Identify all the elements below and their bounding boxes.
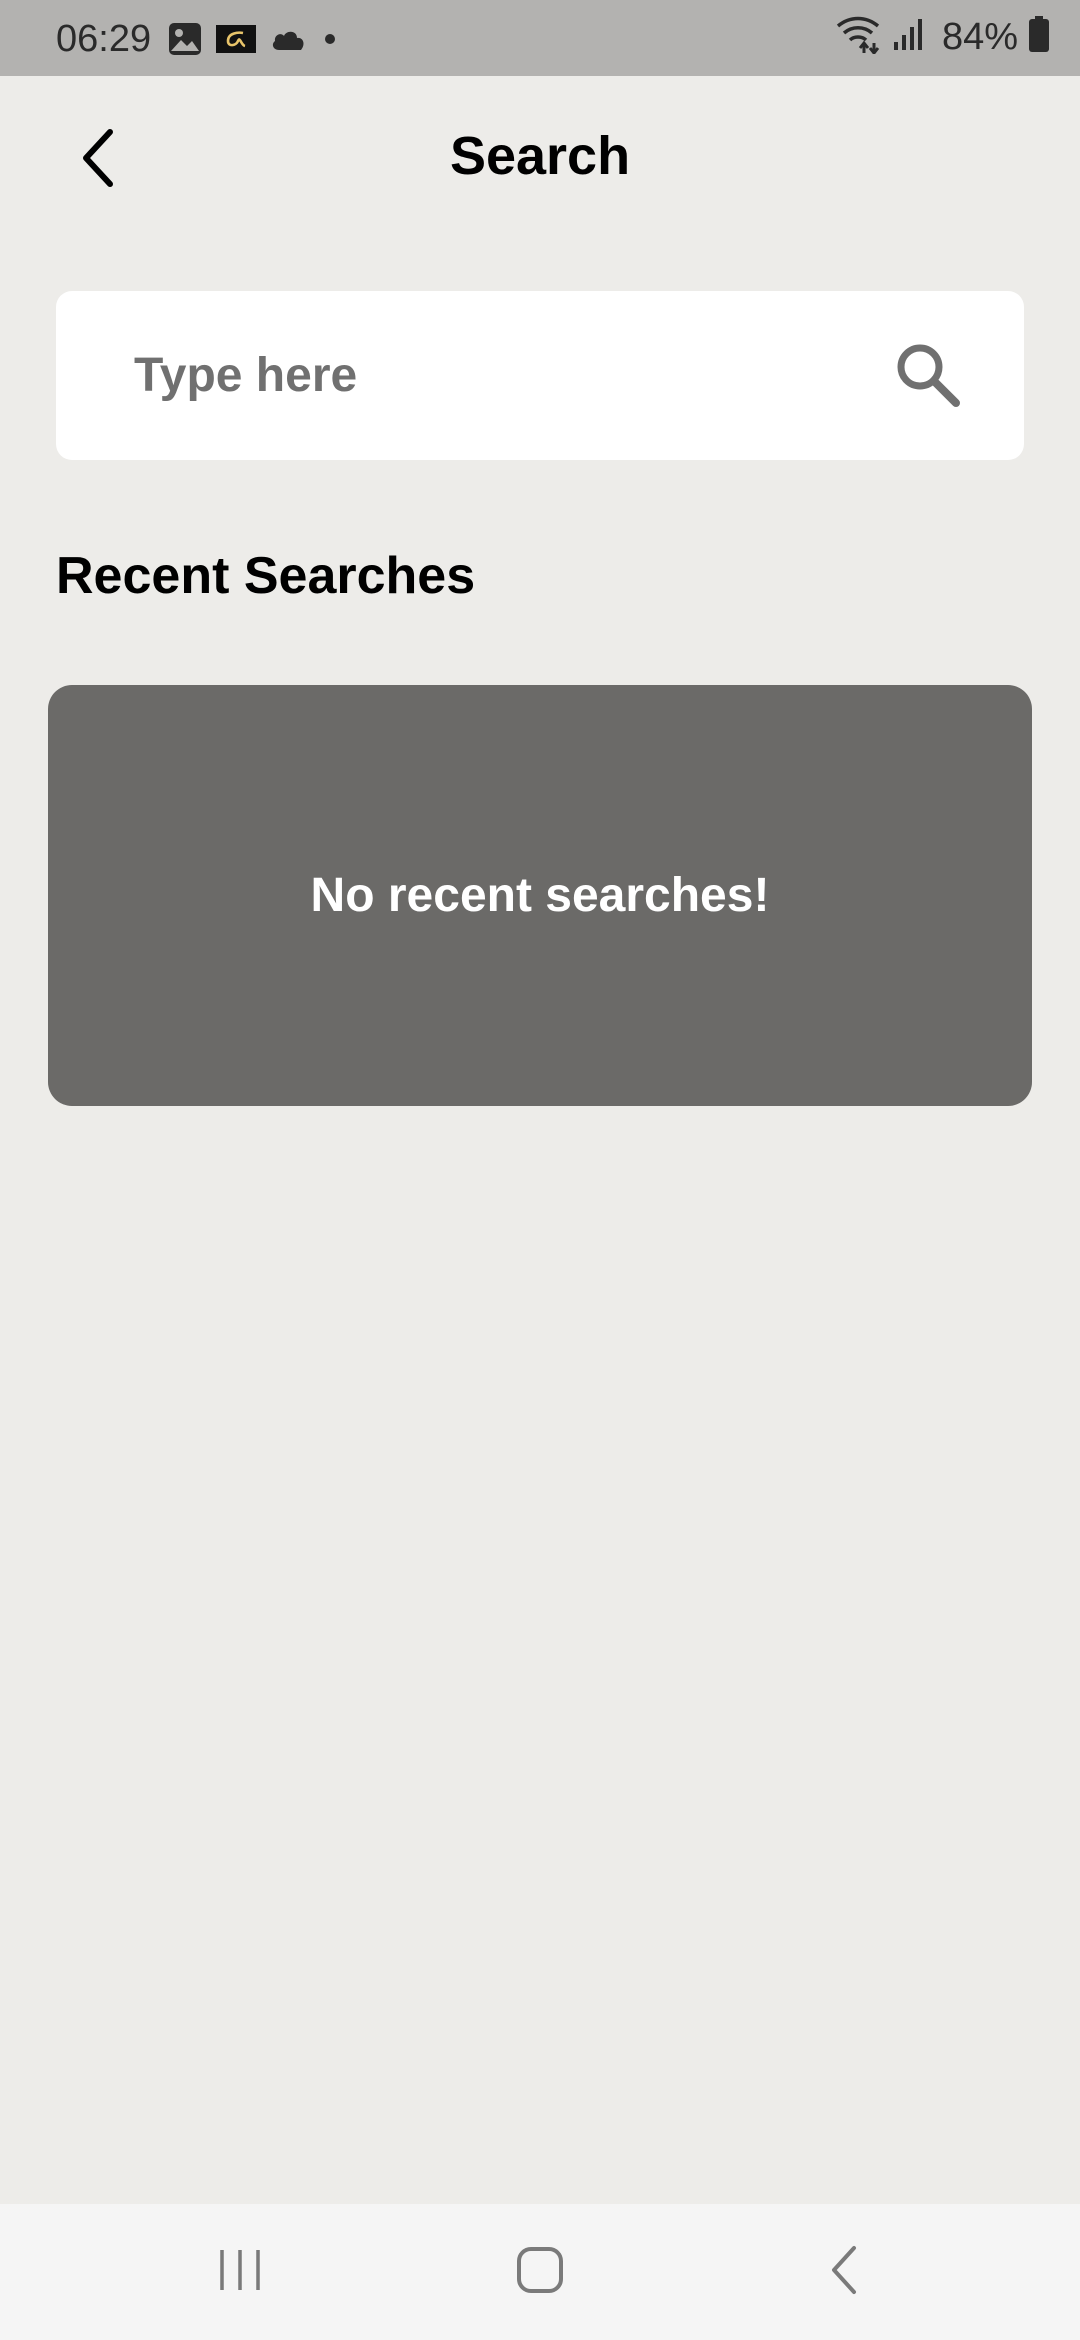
search-input[interactable] <box>134 335 854 415</box>
search-icon[interactable] <box>892 339 964 411</box>
home-icon <box>516 2246 564 2299</box>
gallery-icon <box>168 22 202 61</box>
recent-apps-button[interactable] <box>200 2240 280 2304</box>
empty-state-message: No recent searches! <box>310 868 770 922</box>
status-time: 06:29 <box>56 18 152 60</box>
recent-apps-icon <box>216 2246 264 2299</box>
recent-searches-title: Recent Searches <box>56 547 476 605</box>
status-icons-left <box>168 22 340 61</box>
alpha-app-icon <box>216 25 256 58</box>
battery-percentage: 84% <box>941 15 1018 58</box>
home-button[interactable] <box>500 2240 580 2304</box>
status-bar: 06:29 84% <box>0 0 1080 76</box>
system-back-button[interactable] <box>804 2240 884 2304</box>
signal-icon <box>892 14 926 59</box>
dot-icon <box>320 29 340 54</box>
empty-state-card: No recent searches! <box>48 685 1032 1106</box>
page-title: Search <box>449 126 631 186</box>
navigation-bar <box>0 2204 1080 2340</box>
cloud-icon <box>270 26 306 57</box>
battery-icon <box>1028 15 1050 58</box>
search-box[interactable] <box>56 291 1024 460</box>
status-icons-right: 84% <box>834 14 1050 59</box>
header: Search <box>0 76 1080 236</box>
back-icon <box>824 2244 864 2301</box>
wifi-icon <box>834 14 882 59</box>
